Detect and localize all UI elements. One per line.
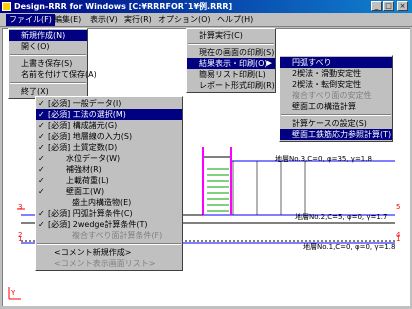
layer-label-1: 地層No.1,C=0, φ=0, γ=1.8: [303, 242, 395, 251]
edit-item-structure[interactable]: 盛土内構造物(E): [36, 197, 182, 208]
minimize-button[interactable]: _: [371, 1, 382, 11]
result-2wedge-sliding[interactable]: 2楔法・滑動安定性: [280, 68, 392, 79]
marker-5: 5: [396, 203, 400, 211]
menu-view[interactable]: 表示(V): [87, 14, 121, 26]
check-icon: ✓: [38, 165, 45, 174]
check-icon: ✓: [38, 176, 45, 185]
maximize-button[interactable]: □: [383, 1, 394, 11]
menu-separator: [281, 114, 391, 116]
check-icon: ✓: [38, 132, 45, 141]
chevron-right-icon: ▶: [266, 59, 272, 67]
result-case-setting[interactable]: 計算ケースの設定(S): [280, 118, 392, 129]
reinforcement-layers: [207, 168, 229, 212]
result-composite[interactable]: 複合すべり面の安定性: [280, 90, 392, 101]
edit-item-config[interactable]: ✓ [必須] 構成諸元(G): [36, 120, 182, 131]
menu-separator: [188, 43, 274, 45]
edit-item-wall[interactable]: ✓ 壁面工(W): [36, 186, 182, 197]
check-icon: ✓: [38, 209, 45, 218]
results-submenu: 円弧すべり 2楔法・滑動安定性 2楔法・転倒安定性 複合すべり面の安定性 壁面工…: [279, 55, 393, 142]
check-icon: ✓: [38, 220, 45, 229]
edit-item-surcharge[interactable]: ✓ 上載荷重(L): [36, 175, 182, 186]
grid-lines: [232, 161, 306, 215]
run-report[interactable]: レポート形式印刷(R): [187, 80, 275, 91]
edit-item-layers[interactable]: ✓ [必須] 地層線の入力(S): [36, 131, 182, 142]
menu-bar: ファイル(F) 編集(E) 表示(V) 実行(R) オプション(O) ヘルプ(H…: [0, 13, 412, 27]
check-icon: ✓: [38, 143, 45, 152]
result-arc-slip[interactable]: 円弧すべり: [280, 57, 392, 68]
file-save[interactable]: 上書き保存(S): [9, 58, 87, 69]
check-icon: ✓: [38, 110, 45, 119]
run-simple-list[interactable]: 簡易リスト印刷(L): [187, 69, 275, 80]
run-print-screen[interactable]: 現在の画面の印刷(S): [187, 47, 275, 58]
check-icon: ✓: [38, 154, 45, 163]
menu-separator: [10, 82, 86, 84]
check-icon: ✓: [38, 99, 45, 108]
edit-item-soil[interactable]: ✓ [必須] 土質定数(D): [36, 142, 182, 153]
run-menu: 計算実行(C) 現在の画面の印刷(S) 結果表示・印刷(O) ▶ 簡易リスト印刷(…: [186, 28, 276, 93]
edit-item-method[interactable]: ✓ [必須] 工法の選択(M): [36, 109, 182, 120]
app-icon[interactable]: [2, 2, 11, 11]
layer-label-2: 地層No.2,C=5, φ=0, γ=1.7: [295, 212, 387, 221]
edit-item-2wedge[interactable]: ✓ [必須] 2wedge計算条件(T): [36, 219, 182, 230]
menu-run[interactable]: 実行(R): [121, 14, 155, 26]
check-icon: ✓: [38, 121, 45, 130]
title-bar: Design-RRR for Windows [C:¥RRRFOR¯1¥例.RR…: [0, 0, 412, 13]
check-icon: ✓: [38, 187, 45, 196]
menu-file[interactable]: ファイル(F): [6, 14, 55, 26]
layer-label-3: 地層No.3,C=0, φ=35, γ=1.8: [275, 154, 372, 163]
marker-1-right: 1: [396, 235, 400, 243]
marker-3: 3: [18, 203, 22, 211]
file-menu: 新規作成(N) 開く(O) 上書き保存(S) 名前を付けて保存(A) 終了(X): [8, 28, 97, 99]
menu-help[interactable]: ヘルプ(H): [214, 14, 256, 26]
menu-options[interactable]: オプション(O): [155, 14, 214, 26]
edit-item-general[interactable]: ✓ [必須] 一般データ(I): [36, 98, 182, 109]
run-results[interactable]: 結果表示・印刷(O) ▶: [187, 58, 275, 69]
file-save-as[interactable]: 名前を付けて保存(A): [9, 69, 97, 80]
edit-item-water[interactable]: ✓ 水位データ(W): [36, 153, 182, 164]
edit-menu: ✓ [必須] 一般データ(I) ✓ [必須] 工法の選択(M) ✓ [必須] 構成諸元…: [35, 96, 183, 271]
result-rebar-stress[interactable]: 壁面工鉄筋応力参照計算(T): [280, 129, 392, 140]
close-button[interactable]: ×: [397, 1, 408, 11]
run-calc[interactable]: 計算実行(C): [187, 30, 275, 41]
edit-item-reinforcement[interactable]: ✓ 補強材(R): [36, 164, 182, 175]
edit-item-composite[interactable]: 複合すべり面計算条件(F): [36, 230, 182, 241]
file-open[interactable]: 開く(O): [9, 41, 87, 52]
result-wall-structure[interactable]: 壁面工の構造計算: [280, 101, 392, 112]
origin-label: Y: [10, 289, 16, 297]
edit-item-comment-new[interactable]: <コメント新規作成>: [36, 247, 182, 258]
marker-1: 1: [18, 235, 22, 243]
edit-item-arc[interactable]: ✓ [必須] 円弧計算条件(C): [36, 208, 182, 219]
menu-separator: [10, 54, 86, 56]
menu-separator: [37, 243, 181, 245]
window-title: Design-RRR for Windows [C:¥RRRFOR¯1¥例.RR…: [14, 2, 233, 11]
edit-item-comment-list[interactable]: <コメント表示画面リスト>: [36, 258, 182, 269]
menu-edit[interactable]: 編集(E): [51, 14, 84, 26]
file-new[interactable]: 新規作成(N): [9, 30, 87, 41]
result-2wedge-overturn[interactable]: 2楔法・転倒安定性: [280, 79, 392, 90]
